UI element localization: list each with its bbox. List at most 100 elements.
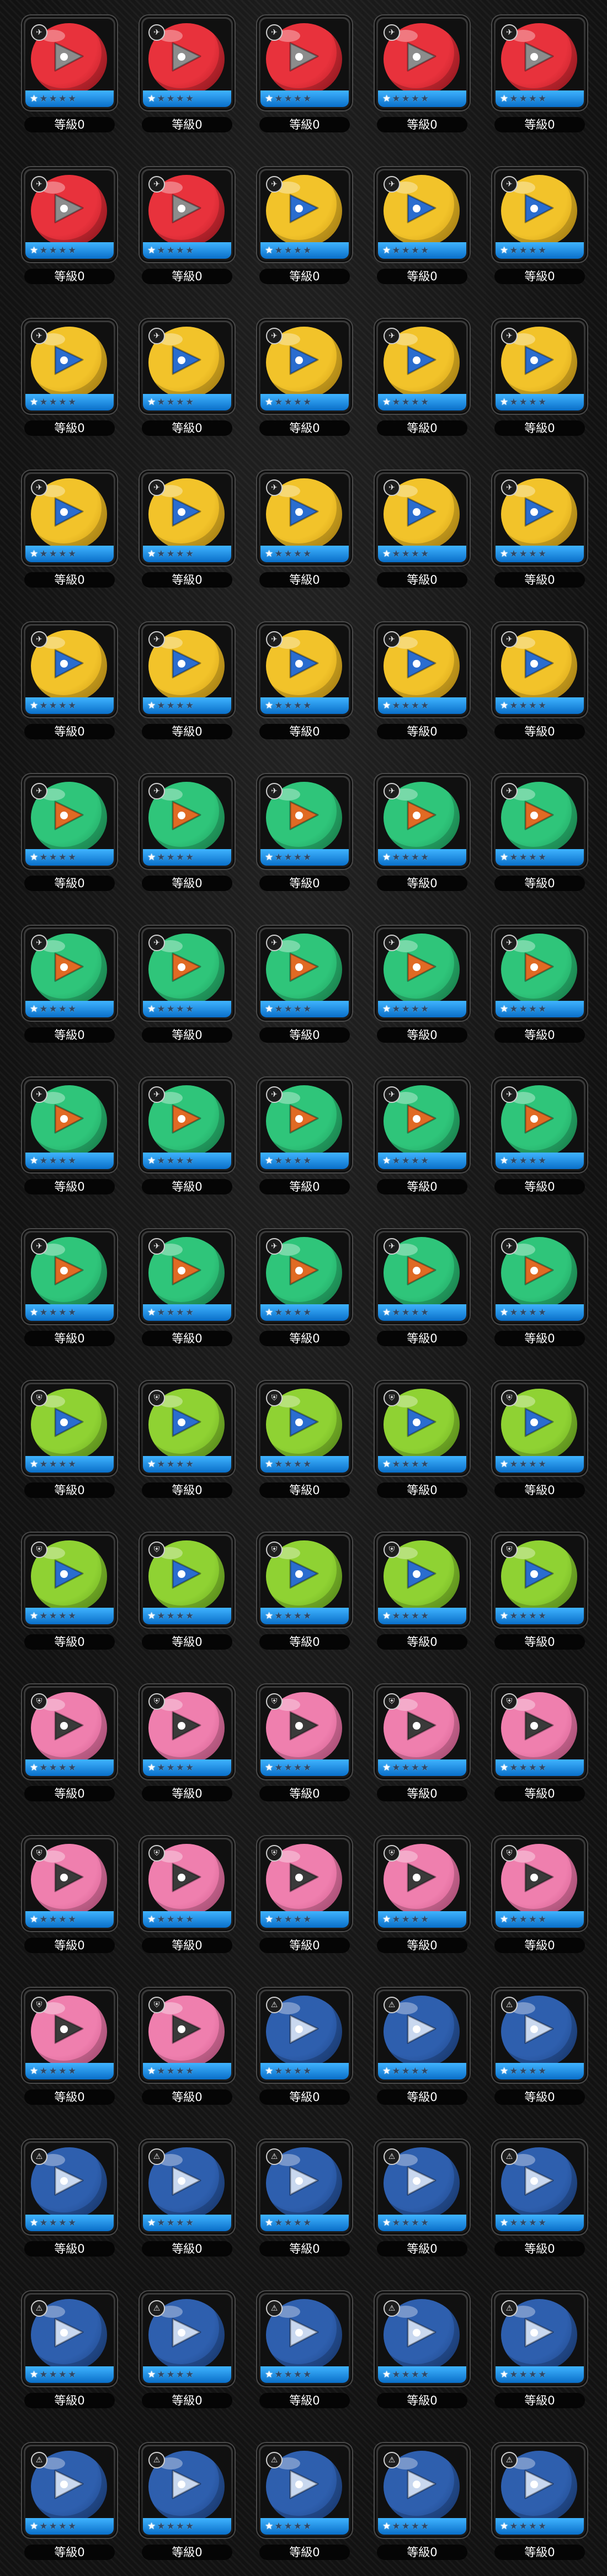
item-card[interactable]: ⛨ ★ ★ ★ ★ ★	[140, 1836, 235, 1931]
item-cell[interactable]: ✈ ★ ★ ★ ★ ★ 等級0	[18, 167, 121, 284]
item-card[interactable]: ⚠ ★ ★ ★ ★ ★	[140, 2140, 235, 2234]
item-cell[interactable]: ⛨ ★ ★ ★ ★ ★ 等級0	[135, 1836, 239, 1953]
item-cell[interactable]: ⚠ ★ ★ ★ ★ ★ 等級0	[488, 1988, 592, 2105]
item-cell[interactable]: ✈ ★ ★ ★ ★ ★ 等級0	[135, 1229, 239, 1346]
item-card[interactable]: ⛨ ★ ★ ★ ★ ★	[22, 1381, 117, 1476]
item-card[interactable]: ⛨ ★ ★ ★ ★ ★	[140, 1988, 235, 2083]
item-card[interactable]: ✈ ★ ★ ★ ★ ★	[492, 926, 587, 1021]
item-card[interactable]: ✈ ★ ★ ★ ★ ★	[140, 471, 235, 566]
item-card[interactable]: ✈ ★ ★ ★ ★ ★	[492, 15, 587, 110]
item-cell[interactable]: ⚠ ★ ★ ★ ★ ★ 等級0	[18, 2291, 121, 2408]
item-card[interactable]: ⛨ ★ ★ ★ ★ ★	[492, 1381, 587, 1476]
item-card[interactable]: ✈ ★ ★ ★ ★ ★	[375, 622, 470, 717]
item-cell[interactable]: ⛨ ★ ★ ★ ★ ★ 等級0	[488, 1684, 592, 1801]
item-cell[interactable]: ⛨ ★ ★ ★ ★ ★ 等級0	[370, 1533, 474, 1650]
item-card[interactable]: ✈ ★ ★ ★ ★ ★	[22, 15, 117, 110]
item-card[interactable]: ⚠ ★ ★ ★ ★ ★	[375, 2140, 470, 2234]
item-cell[interactable]: ⚠ ★ ★ ★ ★ ★ 等級0	[135, 2291, 239, 2408]
item-card[interactable]: ⛨ ★ ★ ★ ★ ★	[140, 1381, 235, 1476]
item-card[interactable]: ⚠ ★ ★ ★ ★ ★	[22, 2140, 117, 2234]
item-card[interactable]: ✈ ★ ★ ★ ★ ★	[492, 1229, 587, 1324]
item-card[interactable]: ⛨ ★ ★ ★ ★ ★	[22, 1684, 117, 1779]
item-cell[interactable]: ✈ ★ ★ ★ ★ ★ 等級0	[253, 167, 356, 284]
item-card[interactable]: ✈ ★ ★ ★ ★ ★	[140, 774, 235, 869]
item-cell[interactable]: ⛨ ★ ★ ★ ★ ★ 等級0	[135, 1533, 239, 1650]
item-card[interactable]: ⚠ ★ ★ ★ ★ ★	[257, 2140, 352, 2234]
item-card[interactable]: ⛨ ★ ★ ★ ★ ★	[492, 1836, 587, 1931]
item-card[interactable]: ⛨ ★ ★ ★ ★ ★	[140, 1533, 235, 1628]
item-cell[interactable]: ⛨ ★ ★ ★ ★ ★ 等級0	[488, 1533, 592, 1650]
item-cell[interactable]: ⛨ ★ ★ ★ ★ ★ 等級0	[18, 1836, 121, 1953]
item-card[interactable]: ✈ ★ ★ ★ ★ ★	[492, 319, 587, 414]
item-card[interactable]: ⚠ ★ ★ ★ ★ ★	[492, 2443, 587, 2538]
item-card[interactable]: ✈ ★ ★ ★ ★ ★	[140, 926, 235, 1021]
item-cell[interactable]: ⚠ ★ ★ ★ ★ ★ 等級0	[370, 2291, 474, 2408]
item-card[interactable]: ✈ ★ ★ ★ ★ ★	[375, 926, 470, 1021]
item-cell[interactable]: ✈ ★ ★ ★ ★ ★ 等級0	[135, 167, 239, 284]
item-cell[interactable]: ✈ ★ ★ ★ ★ ★ 等級0	[488, 15, 592, 132]
item-cell[interactable]: ✈ ★ ★ ★ ★ ★ 等級0	[135, 622, 239, 739]
item-cell[interactable]: ⚠ ★ ★ ★ ★ ★ 等級0	[488, 2140, 592, 2257]
item-cell[interactable]: ⛨ ★ ★ ★ ★ ★ 等級0	[253, 1381, 356, 1498]
item-cell[interactable]: ⚠ ★ ★ ★ ★ ★ 等級0	[488, 2291, 592, 2408]
item-card[interactable]: ✈ ★ ★ ★ ★ ★	[492, 622, 587, 717]
item-card[interactable]: ✈ ★ ★ ★ ★ ★	[375, 1229, 470, 1324]
item-card[interactable]: ⚠ ★ ★ ★ ★ ★	[22, 2443, 117, 2538]
item-card[interactable]: ⛨ ★ ★ ★ ★ ★	[492, 1533, 587, 1628]
item-card[interactable]: ✈ ★ ★ ★ ★ ★	[140, 167, 235, 262]
item-card[interactable]: ⛨ ★ ★ ★ ★ ★	[375, 1533, 470, 1628]
item-cell[interactable]: ✈ ★ ★ ★ ★ ★ 等級0	[370, 1229, 474, 1346]
item-cell[interactable]: ✈ ★ ★ ★ ★ ★ 等級0	[370, 167, 474, 284]
item-card[interactable]: ⚠ ★ ★ ★ ★ ★	[492, 1988, 587, 2083]
item-cell[interactable]: ✈ ★ ★ ★ ★ ★ 等級0	[488, 926, 592, 1043]
item-cell[interactable]: ⛨ ★ ★ ★ ★ ★ 等級0	[18, 1381, 121, 1498]
item-cell[interactable]: ✈ ★ ★ ★ ★ ★ 等級0	[18, 471, 121, 588]
item-card[interactable]: ✈ ★ ★ ★ ★ ★	[257, 1229, 352, 1324]
item-cell[interactable]: ✈ ★ ★ ★ ★ ★ 等級0	[370, 319, 474, 436]
item-cell[interactable]: ⚠ ★ ★ ★ ★ ★ 等級0	[135, 2140, 239, 2257]
item-cell[interactable]: ✈ ★ ★ ★ ★ ★ 等級0	[135, 471, 239, 588]
item-card[interactable]: ⚠ ★ ★ ★ ★ ★	[375, 2443, 470, 2538]
item-card[interactable]: ✈ ★ ★ ★ ★ ★	[257, 622, 352, 717]
item-cell[interactable]: ✈ ★ ★ ★ ★ ★ 等級0	[370, 622, 474, 739]
item-card[interactable]: ⚠ ★ ★ ★ ★ ★	[140, 2443, 235, 2538]
item-card[interactable]: ⛨ ★ ★ ★ ★ ★	[257, 1381, 352, 1476]
item-card[interactable]: ✈ ★ ★ ★ ★ ★	[375, 15, 470, 110]
item-cell[interactable]: ✈ ★ ★ ★ ★ ★ 等級0	[488, 1078, 592, 1194]
item-card[interactable]: ✈ ★ ★ ★ ★ ★	[22, 471, 117, 566]
item-card[interactable]: ✈ ★ ★ ★ ★ ★	[492, 167, 587, 262]
item-card[interactable]: ✈ ★ ★ ★ ★ ★	[375, 1078, 470, 1172]
item-card[interactable]: ✈ ★ ★ ★ ★ ★	[257, 774, 352, 869]
item-cell[interactable]: ✈ ★ ★ ★ ★ ★ 等級0	[135, 926, 239, 1043]
item-card[interactable]: ⚠ ★ ★ ★ ★ ★	[257, 1988, 352, 2083]
item-card[interactable]: ✈ ★ ★ ★ ★ ★	[22, 774, 117, 869]
item-card[interactable]: ✈ ★ ★ ★ ★ ★	[22, 319, 117, 414]
item-card[interactable]: ⚠ ★ ★ ★ ★ ★	[22, 2291, 117, 2386]
item-card[interactable]: ⛨ ★ ★ ★ ★ ★	[257, 1533, 352, 1628]
item-card[interactable]: ✈ ★ ★ ★ ★ ★	[140, 15, 235, 110]
item-card[interactable]: ✈ ★ ★ ★ ★ ★	[257, 167, 352, 262]
item-card[interactable]: ✈ ★ ★ ★ ★ ★	[257, 1078, 352, 1172]
item-cell[interactable]: ⚠ ★ ★ ★ ★ ★ 等級0	[253, 1988, 356, 2105]
item-card[interactable]: ⛨ ★ ★ ★ ★ ★	[257, 1684, 352, 1779]
item-card[interactable]: ⚠ ★ ★ ★ ★ ★	[492, 2140, 587, 2234]
item-cell[interactable]: ⛨ ★ ★ ★ ★ ★ 等級0	[370, 1381, 474, 1498]
item-cell[interactable]: ✈ ★ ★ ★ ★ ★ 等級0	[253, 622, 356, 739]
item-card[interactable]: ✈ ★ ★ ★ ★ ★	[257, 471, 352, 566]
item-cell[interactable]: ⚠ ★ ★ ★ ★ ★ 等級0	[253, 2443, 356, 2560]
item-card[interactable]: ✈ ★ ★ ★ ★ ★	[492, 774, 587, 869]
item-cell[interactable]: ⛨ ★ ★ ★ ★ ★ 等級0	[135, 1381, 239, 1498]
item-cell[interactable]: ⛨ ★ ★ ★ ★ ★ 等級0	[370, 1836, 474, 1953]
item-cell[interactable]: ⚠ ★ ★ ★ ★ ★ 等級0	[370, 1988, 474, 2105]
item-card[interactable]: ✈ ★ ★ ★ ★ ★	[140, 1229, 235, 1324]
item-card[interactable]: ✈ ★ ★ ★ ★ ★	[140, 622, 235, 717]
item-cell[interactable]: ✈ ★ ★ ★ ★ ★ 等級0	[18, 1229, 121, 1346]
item-cell[interactable]: ✈ ★ ★ ★ ★ ★ 等級0	[18, 622, 121, 739]
item-card[interactable]: ✈ ★ ★ ★ ★ ★	[375, 319, 470, 414]
item-cell[interactable]: ✈ ★ ★ ★ ★ ★ 等級0	[370, 471, 474, 588]
item-cell[interactable]: ⛨ ★ ★ ★ ★ ★ 等級0	[488, 1381, 592, 1498]
item-card[interactable]: ⚠ ★ ★ ★ ★ ★	[492, 2291, 587, 2386]
item-cell[interactable]: ✈ ★ ★ ★ ★ ★ 等級0	[135, 774, 239, 891]
item-card[interactable]: ✈ ★ ★ ★ ★ ★	[22, 622, 117, 717]
item-cell[interactable]: ✈ ★ ★ ★ ★ ★ 等級0	[370, 1078, 474, 1194]
